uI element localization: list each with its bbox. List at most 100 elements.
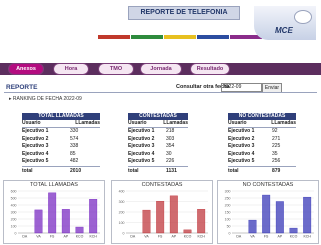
table-title: CONTESTADAS (128, 113, 188, 120)
x-tick-label: FS (50, 235, 55, 239)
table-row: Ejecutivo 1 330 (22, 128, 100, 136)
table-title: TOTAL LLAMADAS (22, 113, 100, 120)
calls-cell: 354 (166, 143, 175, 150)
color-stripe (197, 35, 229, 39)
x-tick-label: DA (130, 235, 136, 239)
color-stripe (131, 35, 163, 39)
nav-anexos[interactable]: Anexos (8, 63, 44, 75)
nav-hora[interactable]: Hora (53, 63, 89, 75)
bar (248, 219, 257, 234)
x-tick-label: KCO (76, 235, 84, 239)
table-row: Ejecutivo 2 574 (22, 136, 100, 144)
user-cell: Ejecutivo 1 (22, 128, 49, 134)
logo-text: MCE (275, 26, 293, 35)
nav-tmo[interactable]: TMO (98, 63, 134, 75)
y-tick-label: 50 (227, 224, 231, 228)
bar (48, 192, 57, 234)
calls-cell: 330 (70, 128, 79, 134)
table-header: Usuario LLamadas (128, 120, 188, 128)
total-label: total (22, 167, 33, 174)
y-tick-label: 0 (123, 231, 125, 235)
y-tick-label: 300 (119, 200, 125, 204)
bar (169, 195, 178, 234)
report-title: REPORTE (6, 84, 38, 91)
col-calls: LLamadas (163, 120, 188, 126)
user-cell: Ejecutivo 2 (228, 135, 255, 142)
user-cell: Ejecutivo 5 (128, 158, 155, 165)
nav-resultado[interactable]: Resultado (190, 63, 230, 75)
table-row: Ejecutivo 5 482 (22, 158, 100, 166)
table-row: Ejecutivo 4 30 (128, 151, 188, 159)
calls-cell: 482 (70, 158, 79, 165)
x-tick-label: VA (36, 235, 41, 239)
calls-cell: 338 (70, 143, 79, 150)
user-cell: Ejecutivo 1 (128, 128, 155, 134)
user-cell: Ejecutivo 3 (22, 143, 49, 150)
x-tick-label: DA (22, 235, 28, 239)
bar (34, 209, 43, 234)
x-tick-label: AP (277, 235, 282, 239)
y-tick-label: 100 (119, 221, 125, 225)
chart-no-contestadas: 0 50 100 150 200 250 300 DA VA FS AP KCO KCH (225, 189, 314, 239)
total-value: 1131 (166, 167, 177, 174)
table-row: Ejecutivo 1 218 (128, 128, 188, 136)
table-row: Ejecutivo 4 35 (228, 151, 296, 159)
calls-cell: 85 (70, 150, 76, 157)
y-tick-label: 600 (11, 189, 17, 193)
bar (197, 209, 206, 234)
total-label: total (228, 167, 239, 174)
table-title: NO CONTESTADAS (228, 113, 296, 120)
calls-cell: 30 (166, 150, 172, 157)
calls-cell: 225 (272, 143, 281, 150)
user-cell: Ejecutivo 2 (22, 135, 49, 142)
x-tick-label: KCH (89, 235, 97, 239)
y-tick-label: 300 (225, 189, 231, 193)
date-input[interactable]: 2022-09 (221, 83, 262, 92)
table-row: Ejecutivo 4 85 (22, 151, 100, 159)
user-cell: Ejecutivo 5 (228, 158, 255, 165)
divider (4, 92, 317, 93)
table-total-row: total 2010 (22, 165, 100, 175)
col-calls: LLamadas (75, 120, 100, 126)
x-tick-label: DA (236, 235, 242, 239)
y-tick-label: 200 (119, 210, 125, 214)
bar (183, 229, 192, 234)
y-tick-label: 200 (11, 217, 17, 221)
col-user: Usuario (128, 120, 147, 126)
bar (61, 209, 70, 234)
bar (75, 226, 84, 234)
ranking-text: RANKING DE FECHA 2022-09 (12, 96, 82, 102)
x-tick-label: KCO (290, 235, 298, 239)
calls-cell: 271 (272, 135, 281, 142)
bar (142, 209, 151, 234)
nav-jornada[interactable]: Jornada (140, 63, 182, 75)
table-row: Ejecutivo 3 338 (22, 143, 100, 151)
table-row: Ejecutivo 3 354 (128, 143, 188, 151)
chart-total: 0 100 200 300 400 500 600 DA VA FS AP KCO KCH (11, 189, 100, 239)
x-tick-label: KCH (303, 235, 311, 239)
calls-cell: 218 (166, 128, 175, 134)
table-row: Ejecutivo 2 271 (228, 136, 296, 144)
table-row: Ejecutivo 5 256 (228, 158, 296, 166)
bar (303, 196, 312, 234)
y-tick-label: 400 (119, 189, 125, 193)
total-label: total (128, 167, 139, 174)
calls-cell: 303 (166, 135, 175, 142)
user-cell: Ejecutivo 1 (228, 128, 255, 134)
user-cell: Ejecutivo 4 (128, 150, 155, 157)
y-tick-label: 100 (11, 224, 17, 228)
y-tick-label: 200 (225, 203, 231, 207)
bar (289, 227, 298, 234)
x-tick-label: FS (158, 235, 163, 239)
col-user: Usuario (22, 120, 41, 126)
total-value: 879 (272, 167, 281, 174)
total-value: 2010 (70, 167, 82, 174)
y-tick-label: 0 (15, 231, 17, 235)
user-cell: Ejecutivo 2 (128, 135, 155, 142)
color-stripe (98, 35, 130, 39)
x-tick-label: KCO (184, 235, 192, 239)
calls-cell: 256 (272, 158, 281, 165)
table-header: Usuario LLamadas (228, 120, 296, 128)
chart-contestadas: 0 100 200 300 400 DA VA FS AP KCO KCH (119, 189, 208, 239)
calls-cell: 574 (70, 135, 79, 142)
